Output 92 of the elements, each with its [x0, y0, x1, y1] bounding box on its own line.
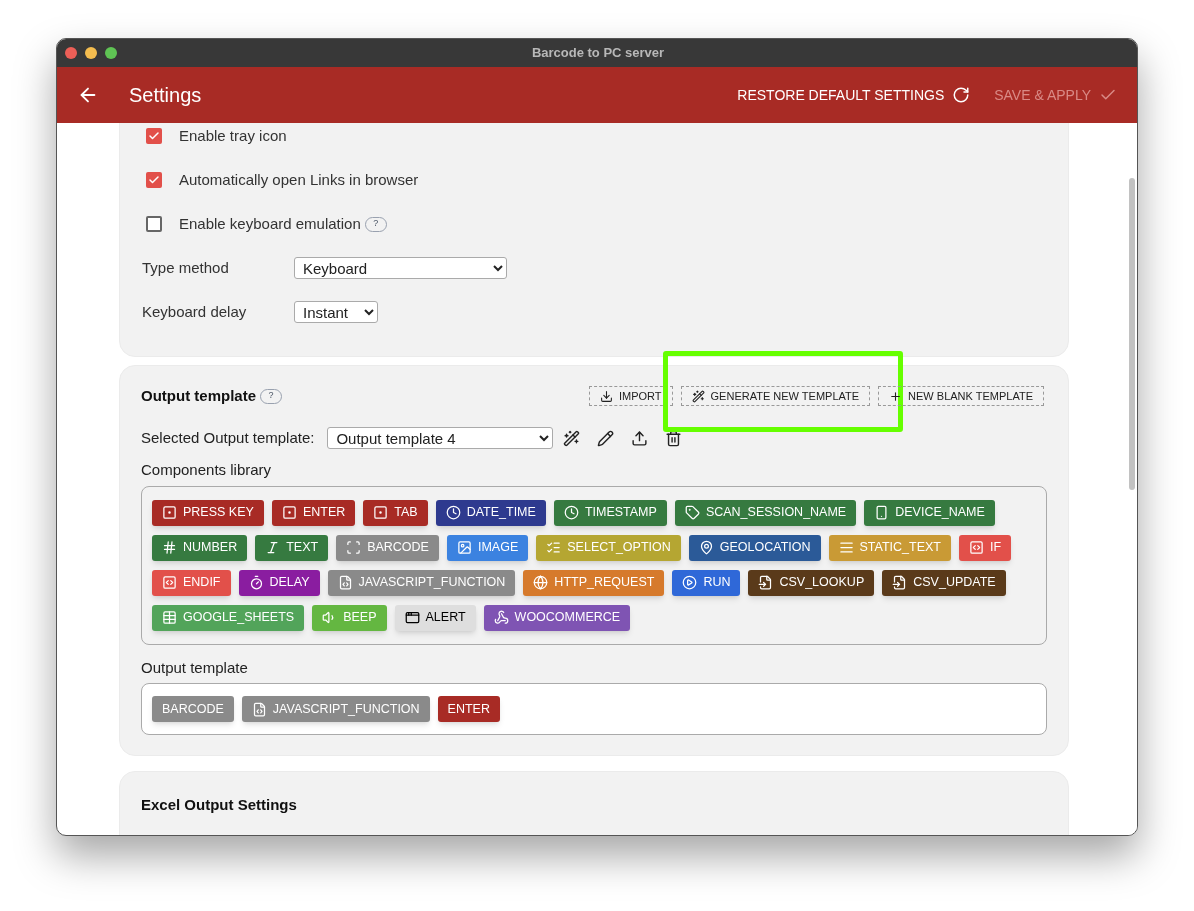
scan-icon — [346, 540, 362, 555]
component-chip[interactable]: HTTP_REQUEST — [523, 569, 665, 596]
check-icon — [148, 130, 160, 142]
key-icon — [373, 505, 389, 520]
component-chip[interactable]: RUN — [672, 569, 741, 596]
component-chip[interactable]: WOOCOMMERCE — [483, 604, 631, 631]
template-button[interactable]: NEW BLANK TEMPLATE — [878, 386, 1044, 406]
component-chip[interactable]: DELAY — [238, 569, 320, 596]
component-chip[interactable]: ALERT — [394, 604, 476, 631]
component-chip[interactable]: TEXT — [255, 534, 329, 561]
image-icon — [456, 540, 472, 555]
code-icon — [162, 575, 177, 590]
tool-button[interactable] — [597, 429, 615, 447]
component-chip[interactable]: JAVASCRIPT_FUNCTION — [327, 569, 516, 596]
component-chip[interactable]: NUMBER — [152, 534, 248, 561]
template-button[interactable]: GENERATE NEW TEMPLATE — [680, 386, 871, 406]
tag-icon — [684, 505, 700, 520]
component-chip[interactable]: DEVICE_NAME — [864, 499, 995, 526]
table-icon — [162, 610, 177, 625]
checkbox-label: Enable keyboard emulation — [179, 213, 361, 234]
code-icon — [969, 540, 984, 555]
code-file-icon — [251, 701, 267, 717]
file-import-icon — [758, 575, 774, 590]
setting-label: Keyboard delay — [142, 301, 248, 322]
checklist-icon — [546, 540, 562, 555]
close-icon[interactable] — [65, 47, 77, 59]
key-icon — [162, 505, 177, 520]
component-chip[interactable]: SCAN_SESSION_NAME — [674, 499, 857, 526]
component-chip[interactable]: ENTER — [437, 696, 500, 722]
plus-icon — [889, 389, 903, 403]
section-title: Excel Output Settings — [141, 796, 297, 813]
sparkle-icon — [691, 389, 705, 403]
number-icon — [162, 540, 177, 555]
component-chip[interactable]: ENDIF — [152, 569, 231, 596]
checkbox[interactable] — [146, 216, 162, 232]
component-chip[interactable]: TIMESTAMP — [553, 499, 667, 526]
template-button[interactable]: IMPORT — [589, 386, 673, 406]
pencil-icon — [597, 429, 615, 447]
select-field[interactable]: Instant — [294, 301, 378, 323]
checkbox[interactable] — [146, 128, 162, 144]
sparkle-icon — [563, 429, 581, 447]
maximize-icon[interactable] — [105, 47, 117, 59]
component-chip[interactable]: GOOGLE_SHEETS — [152, 604, 305, 631]
globe-icon — [533, 575, 549, 590]
component-chip[interactable]: GEOLOCATION — [688, 534, 821, 561]
play-icon — [682, 575, 698, 590]
scrollbar-thumb[interactable] — [1129, 178, 1135, 490]
component-chip[interactable]: BARCODE — [152, 696, 234, 722]
window-title: Barcode to PC server — [530, 44, 666, 63]
component-chip[interactable]: DATE_TIME — [435, 499, 546, 526]
webhook-icon — [493, 610, 509, 625]
component-chip[interactable]: IF — [959, 534, 1012, 561]
tool-button[interactable] — [665, 429, 683, 447]
component-chip[interactable]: ENTER — [271, 499, 356, 526]
page-title: Settings — [129, 83, 202, 108]
checkbox-label: Enable tray icon — [179, 125, 287, 146]
template-title: Output template — [141, 657, 249, 678]
download-icon — [600, 389, 613, 403]
timer-icon — [248, 575, 264, 590]
key-icon — [281, 505, 297, 520]
minimize-icon[interactable] — [85, 47, 97, 59]
section-title: Output template — [141, 385, 256, 406]
code-file-icon — [337, 575, 353, 590]
setting-label: Type method — [142, 257, 230, 278]
selected-template-label: Selected Output template: — [141, 427, 315, 448]
app-bar-button[interactable]: RESTORE DEFAULT SETTINGS — [737, 84, 971, 106]
tool-button[interactable] — [563, 429, 581, 447]
refresh-icon — [952, 86, 971, 104]
clock-icon — [563, 505, 579, 520]
component-chip[interactable]: IMAGE — [446, 534, 529, 561]
component-chip[interactable]: BARCODE — [336, 534, 439, 561]
clock-icon — [445, 505, 461, 520]
checkbox[interactable] — [146, 172, 162, 188]
italic-icon — [265, 540, 281, 555]
phone-icon — [874, 505, 890, 520]
pin-icon — [698, 540, 714, 555]
component-chip[interactable]: TAB — [363, 499, 428, 526]
component-chip[interactable]: CSV_LOOKUP — [748, 569, 875, 596]
file-import-icon — [892, 575, 908, 590]
component-chip[interactable]: PRESS KEY — [152, 499, 264, 526]
delete-icon — [665, 429, 683, 447]
upload-icon — [631, 429, 649, 447]
window-icon — [404, 610, 420, 625]
tool-button[interactable] — [631, 429, 649, 447]
checkbox-label: Automatically open Links in browser — [179, 169, 419, 190]
select-field[interactable]: Keyboard — [294, 257, 507, 279]
component-chip[interactable]: JAVASCRIPT_FUNCTION — [241, 696, 430, 722]
check-icon — [148, 174, 160, 186]
template-select[interactable]: Output template 4 — [327, 427, 554, 449]
component-chip[interactable]: CSV_UPDATE — [882, 569, 1006, 596]
lines-icon — [838, 540, 854, 555]
library-title: Components library — [141, 460, 273, 480]
